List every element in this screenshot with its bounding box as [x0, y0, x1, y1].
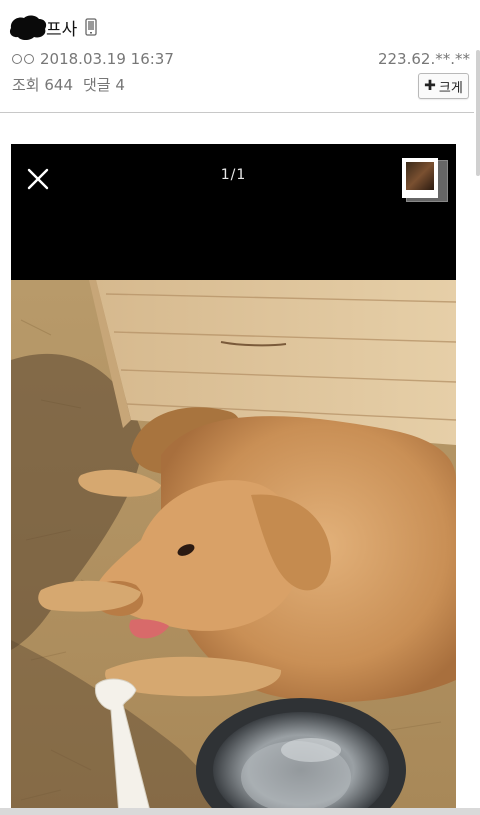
bottom-scroll-edge — [0, 808, 480, 815]
photo-thumbnail-icon[interactable] — [402, 158, 448, 202]
post-header: 프사 2018.03.19 16:37 223.62.**.** 조회 644 댓… — [0, 0, 480, 112]
view-count: 조회 644 — [12, 76, 73, 94]
image-viewer: 1/1 — [11, 144, 456, 815]
dog-photo — [11, 280, 456, 815]
scrollbar[interactable] — [476, 50, 480, 176]
enlarge-text-label: 크게 — [438, 80, 463, 96]
author-row[interactable]: 프사 — [8, 12, 97, 42]
enlarge-text-button[interactable]: ✚ 크게 — [418, 73, 469, 99]
post-ip: 223.62.**.** — [377, 50, 470, 68]
post-meta-date-row: 2018.03.19 16:37 — [12, 50, 174, 68]
anonymous-mark-icon — [12, 54, 36, 64]
plus-icon: ✚ — [424, 78, 436, 94]
post-stats: 조회 644 댓글 4 — [12, 74, 125, 95]
scribble-blot-icon — [8, 12, 48, 42]
image-counter: 1/1 — [220, 167, 247, 183]
mobile-device-icon — [85, 18, 97, 36]
comment-count[interactable]: 댓글 4 — [83, 76, 125, 94]
header-divider — [0, 112, 474, 113]
post-date: 2018.03.19 16:37 — [40, 50, 174, 68]
author-name[interactable]: 프사 — [46, 15, 77, 40]
